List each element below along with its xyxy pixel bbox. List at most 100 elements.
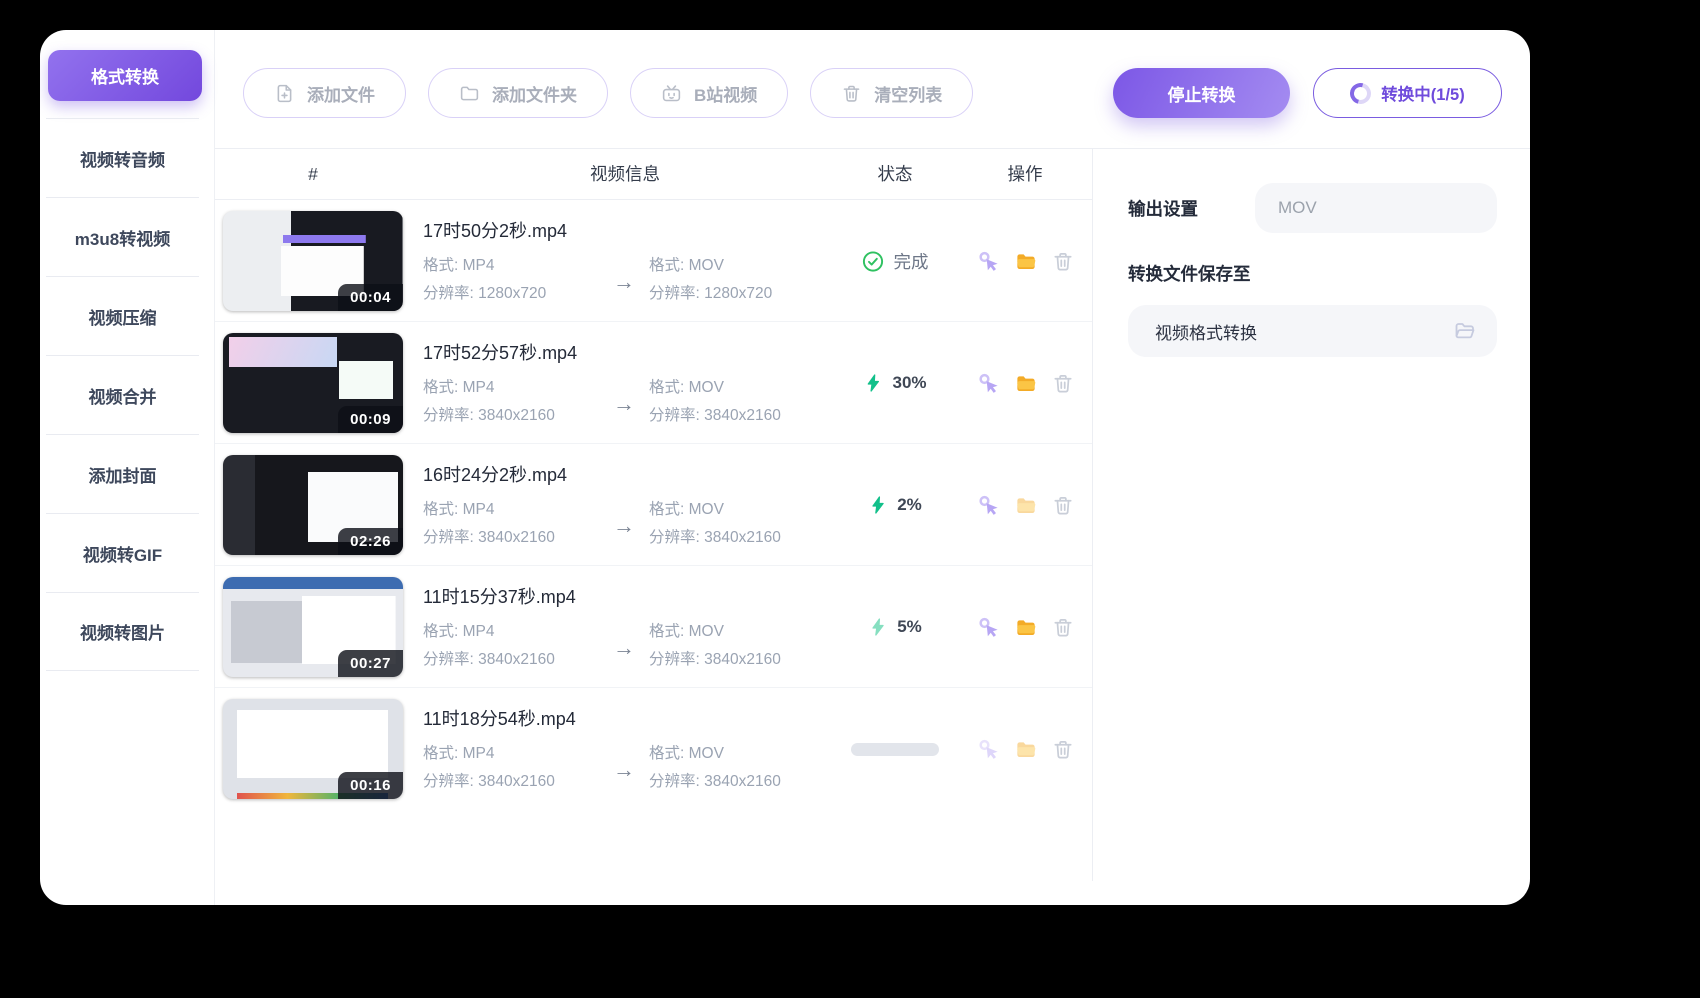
open-folder-icon[interactable] <box>1015 616 1038 639</box>
target-info: 格式: MOV分辨率: 3840x2160 <box>649 740 781 796</box>
add-folder-button[interactable]: 添加文件夹 <box>428 68 608 118</box>
delete-icon[interactable] <box>1052 372 1075 395</box>
header-status: 状态 <box>878 148 913 200</box>
video-title: 17时52分57秒.mp4 <box>423 339 781 365</box>
save-path-value: 视频格式转换 <box>1155 319 1257 344</box>
lightning-icon <box>863 373 883 393</box>
row-actions <box>978 688 1075 810</box>
video-thumbnail: 00:27 <box>223 577 403 677</box>
output-settings-label: 输出设置 <box>1128 196 1198 221</box>
sidebar-item-video-compress[interactable]: 视频压缩 <box>46 276 199 355</box>
progress-percent: 2% <box>897 495 922 515</box>
arrow-icon: → <box>613 391 635 417</box>
sidebar-item-video-to-gif[interactable]: 视频转GIF <box>46 513 199 592</box>
table-header: # 视频信息 状态 操作 <box>215 148 1092 200</box>
delete-icon[interactable] <box>1052 616 1075 639</box>
sidebar-list: 视频转音频 m3u8转视频 视频压缩 视频合并 添加封面 视频转GIF 视频转图… <box>40 118 215 671</box>
preview-pointer-icon[interactable] <box>978 372 1001 395</box>
video-thumbnail: 00:16 <box>223 699 403 799</box>
source-info: 格式: MP4分辨率: 3840x2160 <box>423 374 613 430</box>
save-path-input[interactable]: 视频格式转换 <box>1128 305 1497 357</box>
video-info: 17时52分57秒.mp4 格式: MP4分辨率: 3840x2160 → 格式… <box>423 339 781 430</box>
video-thumbnail: 02:26 <box>223 455 403 555</box>
status-label: 完成 <box>894 249 929 274</box>
video-info: 11时15分37秒.mp4 格式: MP4分辨率: 3840x2160 → 格式… <box>423 583 781 674</box>
lightning-icon <box>868 617 888 637</box>
converting-status-button[interactable]: 转换中(1/5) <box>1313 68 1502 118</box>
folder-open-icon[interactable] <box>1453 319 1477 343</box>
video-title: 11时18分54秒.mp4 <box>423 705 781 731</box>
add-file-button[interactable]: 添加文件 <box>243 68 406 118</box>
folder-icon <box>459 83 480 104</box>
video-title: 11时15分37秒.mp4 <box>423 583 781 609</box>
output-format-select[interactable]: MOV <box>1255 183 1497 233</box>
duration-badge: 00:27 <box>338 650 403 677</box>
target-info: 格式: MOV分辨率: 3840x2160 <box>649 618 781 674</box>
toolbar: 添加文件 添加文件夹 B站视频 清空列表 <box>243 68 973 118</box>
delete-icon[interactable] <box>1052 250 1075 273</box>
sidebar-item-format-convert[interactable]: 格式转换 <box>48 50 202 101</box>
preview-pointer-icon[interactable] <box>978 250 1001 273</box>
open-folder-icon[interactable] <box>1015 494 1038 517</box>
clear-list-button[interactable]: 清空列表 <box>810 68 973 118</box>
converting-label: 转换中(1/5) <box>1381 81 1464 105</box>
delete-icon[interactable] <box>1052 738 1075 761</box>
video-info: 16时24分2秒.mp4 格式: MP4分辨率: 3840x2160 → 格式:… <box>423 461 781 552</box>
row-actions <box>978 444 1075 566</box>
lightning-icon <box>868 495 888 515</box>
header-index: # <box>308 148 318 200</box>
table-row: 02:26 16时24分2秒.mp4 格式: MP4分辨率: 3840x2160… <box>215 444 1092 566</box>
file-plus-icon <box>274 83 295 104</box>
status-cell <box>851 688 939 810</box>
row-actions <box>978 200 1075 322</box>
preview-pointer-icon[interactable] <box>978 616 1001 639</box>
source-info: 格式: MP4分辨率: 1280x720 <box>423 252 613 308</box>
open-folder-icon[interactable] <box>1015 250 1038 273</box>
video-title: 16时24分2秒.mp4 <box>423 461 781 487</box>
source-info: 格式: MP4分辨率: 3840x2160 <box>423 740 613 796</box>
sidebar-item-video-to-image[interactable]: 视频转图片 <box>46 592 199 671</box>
sidebar-item-video-merge[interactable]: 视频合并 <box>46 355 199 434</box>
target-info: 格式: MOV分辨率: 3840x2160 <box>649 374 781 430</box>
status-cell: 2% <box>868 444 922 566</box>
progress-percent: 5% <box>897 617 922 637</box>
add-folder-label: 添加文件夹 <box>492 81 577 106</box>
row-actions <box>978 566 1075 688</box>
sidebar-item-add-cover[interactable]: 添加封面 <box>46 434 199 513</box>
row-actions <box>978 322 1075 444</box>
target-info: 格式: MOV分辨率: 3840x2160 <box>649 496 781 552</box>
progress-percent: 30% <box>892 373 926 393</box>
table-row: 00:27 11时15分37秒.mp4 格式: MP4分辨率: 3840x216… <box>215 566 1092 688</box>
open-folder-icon[interactable] <box>1015 372 1038 395</box>
bilibili-video-button[interactable]: B站视频 <box>630 68 788 118</box>
spinner-icon <box>1346 79 1375 108</box>
preview-pointer-icon[interactable] <box>978 494 1001 517</box>
source-info: 格式: MP4分辨率: 3840x2160 <box>423 618 613 674</box>
status-cell: 5% <box>868 566 922 688</box>
duration-badge: 00:04 <box>338 284 403 311</box>
arrow-icon: → <box>613 635 635 661</box>
video-thumbnail: 00:04 <box>223 211 403 311</box>
delete-icon[interactable] <box>1052 494 1075 517</box>
save-path-label: 转换文件保存至 <box>1128 261 1251 286</box>
panel-divider <box>1092 148 1093 881</box>
preview-pointer-icon[interactable] <box>978 738 1001 761</box>
sidebar: 格式转换 视频转音频 m3u8转视频 视频压缩 视频合并 添加封面 视频转GIF… <box>40 30 215 905</box>
arrow-icon: → <box>613 513 635 539</box>
stop-convert-button[interactable]: 停止转换 <box>1113 68 1290 118</box>
sidebar-item-video-to-audio[interactable]: 视频转音频 <box>46 118 199 197</box>
add-file-label: 添加文件 <box>307 81 375 106</box>
video-title: 17时50分2秒.mp4 <box>423 217 772 243</box>
clear-list-label: 清空列表 <box>874 81 942 106</box>
header-actions: 操作 <box>1008 148 1043 200</box>
sidebar-item-m3u8-to-video[interactable]: m3u8转视频 <box>46 197 199 276</box>
video-list: 00:04 17时50分2秒.mp4 格式: MP4分辨率: 1280x720 … <box>215 200 1092 810</box>
header-video-info: 视频信息 <box>590 148 660 200</box>
video-info: 17时50分2秒.mp4 格式: MP4分辨率: 1280x720 → 格式: … <box>423 217 772 308</box>
duration-badge: 00:16 <box>338 772 403 799</box>
status-cell: 30% <box>863 322 926 444</box>
pending-progress-pill <box>851 743 939 756</box>
duration-badge: 00:09 <box>338 406 403 433</box>
open-folder-icon[interactable] <box>1015 738 1038 761</box>
bilibili-label: B站视频 <box>694 81 757 106</box>
